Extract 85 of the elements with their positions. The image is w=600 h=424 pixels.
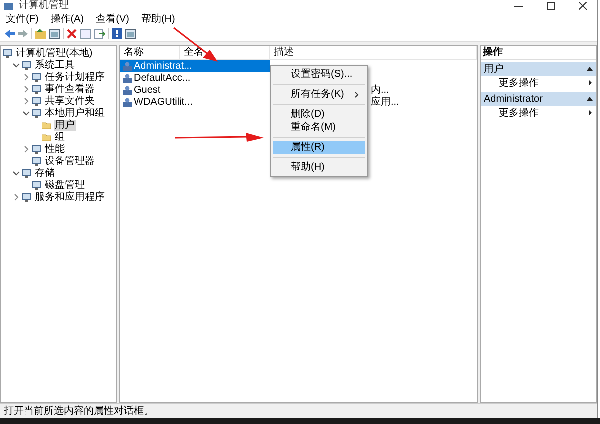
annotation-arrow	[174, 27, 218, 62]
tree-item[interactable]: 系统工具	[34, 60, 76, 70]
close-icon[interactable]	[579, 2, 587, 10]
tree-item[interactable]: 设备管理器	[44, 156, 96, 166]
computer-icon	[32, 144, 41, 154]
computer-icon	[32, 180, 41, 190]
user-icon	[123, 62, 132, 70]
panel-icon[interactable]	[125, 28, 136, 38]
table-row[interactable]: Guest	[120, 84, 270, 96]
tree-item[interactable]: 共享文件夹	[44, 96, 96, 106]
action-item[interactable]: 更多操作	[481, 76, 596, 90]
table-cell-text: 内...	[371, 84, 390, 96]
chevron-right-icon[interactable]	[23, 86, 30, 92]
tree-item[interactable]: 磁盘管理	[44, 180, 86, 190]
computer-icon	[32, 108, 41, 118]
action-label: 更多操作	[499, 106, 539, 120]
arrow-right-icon	[589, 110, 592, 116]
actions-title: 操作	[481, 46, 596, 60]
section-header[interactable]: 用户	[481, 62, 596, 76]
computer-icon	[32, 96, 41, 106]
menu-item[interactable]: 属性(R)	[273, 141, 365, 154]
table-row[interactable]: DefaultAcc...	[120, 72, 270, 84]
section-title: Administrator	[484, 92, 543, 106]
panel-icon[interactable]	[49, 28, 60, 38]
action-label: 更多操作	[499, 76, 539, 90]
tree-item[interactable]: 服务和应用程序	[34, 192, 106, 202]
status-text: 打开当前所选内容的属性对话框。	[4, 404, 154, 418]
section-title: 用户	[484, 62, 504, 76]
menu-item[interactable]: 重命名(M)	[273, 121, 365, 134]
collapse-icon[interactable]	[587, 97, 593, 101]
chevron-right-icon[interactable]	[23, 74, 30, 80]
computer-icon	[22, 192, 31, 202]
tree-item[interactable]: 性能	[44, 144, 66, 154]
table-cell-text: Guest	[134, 84, 161, 98]
column-header[interactable]: 名称	[120, 46, 180, 59]
action-item[interactable]: 更多操作	[481, 106, 596, 120]
tree-item[interactable]: 用户	[54, 120, 76, 130]
menu-item[interactable]: 删除(D)	[273, 108, 365, 121]
minimize-icon[interactable]	[514, 4, 523, 8]
column-header[interactable]: 描述	[270, 46, 477, 59]
chevron-down-icon[interactable]	[13, 170, 20, 176]
tree-item[interactable]: 任务计划程序	[44, 72, 106, 82]
menu-item[interactable]: 帮助(H)	[273, 161, 365, 174]
maximize-icon[interactable]	[547, 2, 555, 10]
delete-icon[interactable]	[67, 28, 77, 38]
export-icon[interactable]	[94, 28, 105, 38]
table-cell-text: 应用...	[371, 96, 400, 110]
tree-item[interactable]: 存储	[34, 168, 56, 178]
user-icon	[123, 74, 132, 82]
menu-item[interactable]: 帮助(H)	[139, 12, 178, 26]
window-title: 计算机管理	[19, 0, 69, 12]
user-icon	[123, 86, 132, 94]
table-cell-text: DefaultAcc...	[134, 72, 191, 86]
computer-icon	[32, 84, 41, 94]
tree-item[interactable]: 本地用户和组	[44, 108, 106, 118]
tree-item[interactable]: 事件查看器	[44, 84, 96, 94]
app-icon	[4, 2, 13, 10]
back-icon[interactable]	[5, 28, 15, 38]
chevron-right-icon[interactable]	[13, 194, 20, 200]
menu-item[interactable]: 查看(V)	[94, 12, 132, 26]
table-row[interactable]: Administrat...	[120, 60, 270, 72]
menu-item[interactable]: 文件(F)	[4, 12, 41, 26]
computer-icon	[22, 168, 31, 178]
collapse-icon[interactable]	[587, 67, 593, 71]
table-row[interactable]: WDAGUtilit...	[120, 96, 270, 108]
section-header[interactable]: Administrator	[481, 92, 596, 106]
menu-item[interactable]: 操作(A)	[48, 12, 86, 26]
tree-item[interactable]: 计算机管理(本地)	[15, 48, 94, 58]
computer-icon	[22, 60, 31, 70]
menu-item[interactable]: 设置密码(S)...	[273, 68, 365, 81]
computer-icon	[32, 72, 41, 82]
properties-icon[interactable]	[80, 28, 91, 38]
computer-icon	[3, 48, 12, 58]
chevron-right-icon[interactable]	[23, 146, 30, 152]
user-icon	[123, 98, 132, 106]
chevron-down-icon[interactable]	[13, 62, 20, 68]
folder-up-icon[interactable]	[35, 28, 46, 38]
menu-item[interactable]: 所有任务(K)	[273, 88, 365, 101]
computer-icon	[32, 156, 41, 166]
chevron-down-icon[interactable]	[23, 110, 30, 116]
arrow-right-icon	[589, 80, 592, 86]
table-cell-text: Administrat...	[134, 60, 192, 74]
chevron-right-icon[interactable]	[23, 98, 30, 104]
tree-item[interactable]: 组	[54, 132, 66, 142]
table-cell-text: WDAGUtilit...	[134, 96, 193, 110]
